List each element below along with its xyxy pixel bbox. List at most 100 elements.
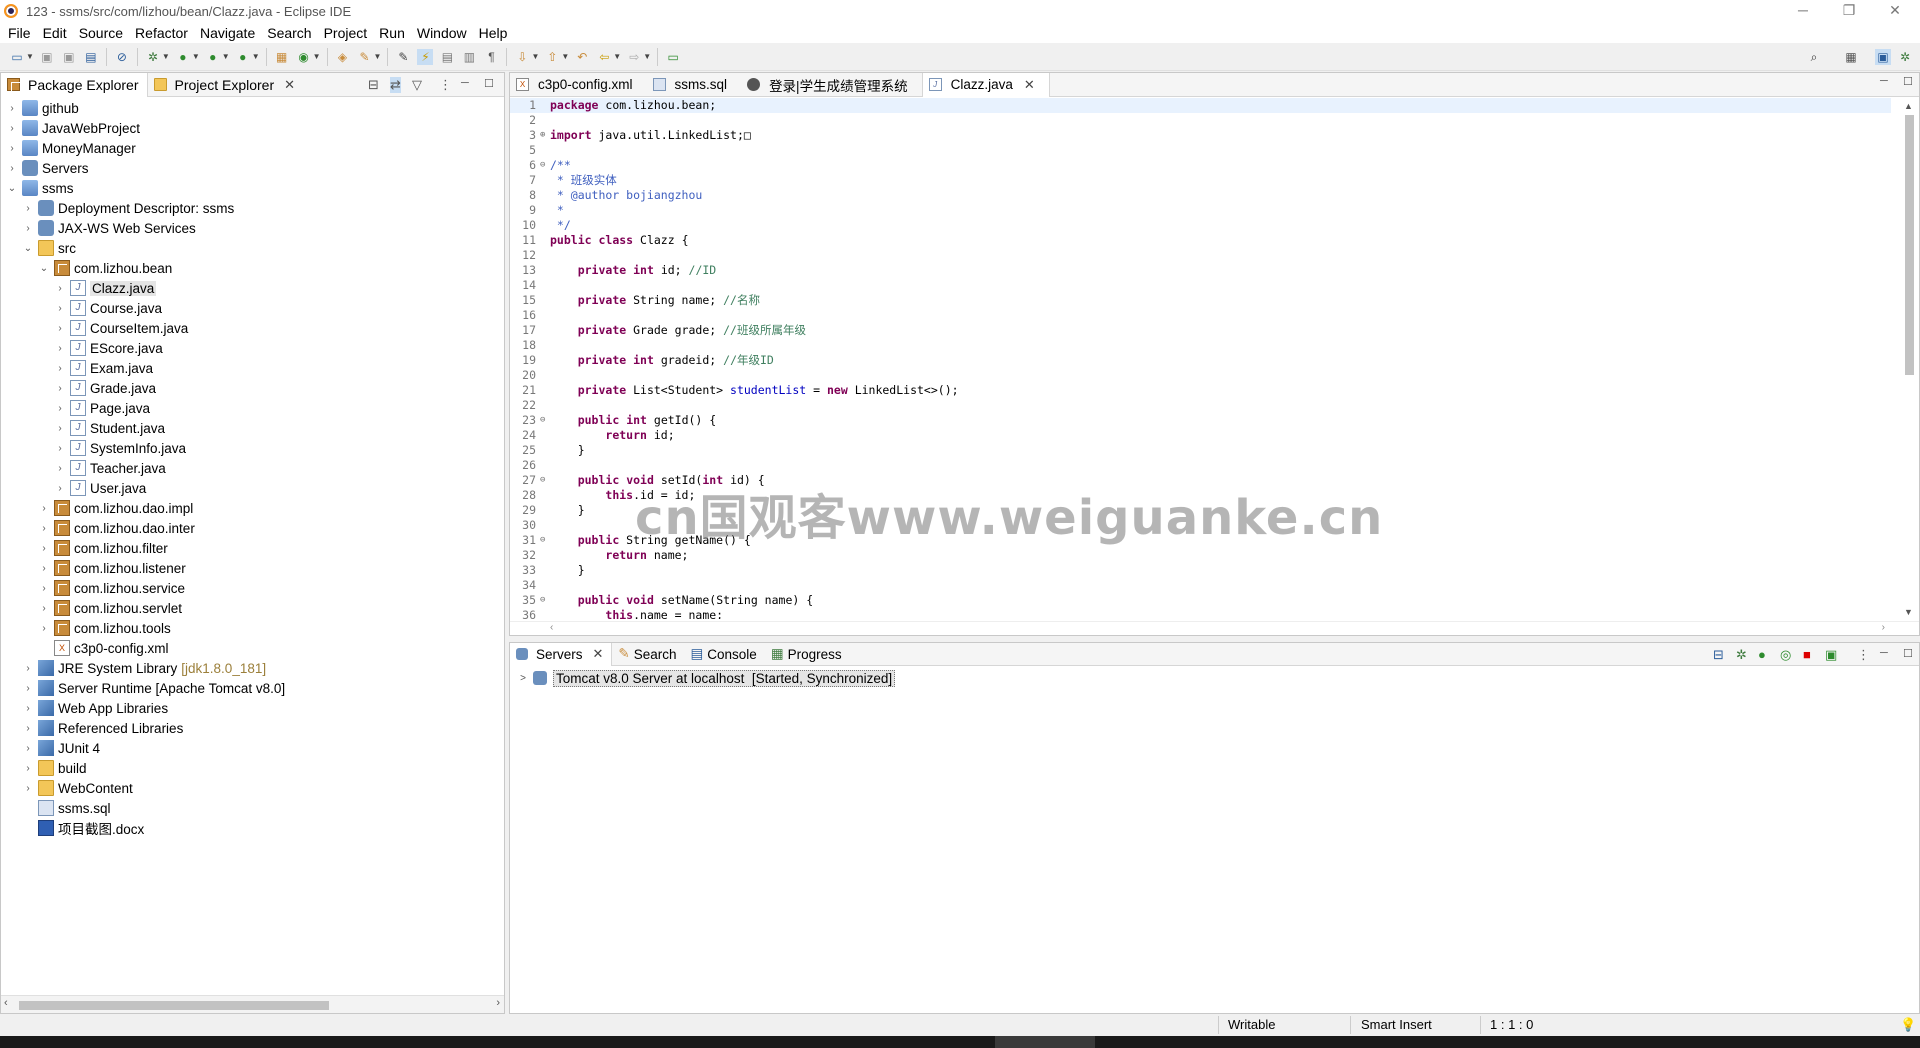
- tree-item[interactable]: › github: [1, 98, 504, 118]
- tree-item[interactable]: › Servers: [1, 158, 504, 178]
- menu-window[interactable]: Window: [411, 25, 473, 41]
- chevron-right-icon[interactable]: ›: [39, 503, 49, 514]
- tree-item[interactable]: Xc3p0-config.xml: [1, 638, 504, 658]
- chevron-right-icon[interactable]: ›: [23, 663, 33, 674]
- tree-item[interactable]: › J Clazz.java: [1, 278, 504, 298]
- tab-progress[interactable]: ▦ Progress: [765, 643, 850, 666]
- chevron-right-icon[interactable]: ›: [55, 423, 65, 434]
- minimize-editor-icon[interactable]: ─: [1880, 75, 1888, 87]
- search-tool-icon[interactable]: ✎: [357, 49, 373, 65]
- next-annotation-dropdown-icon[interactable]: ▼: [531, 52, 539, 61]
- chevron-right-icon[interactable]: ›: [39, 623, 49, 634]
- fold-toggle-icon[interactable]: ⊖: [540, 473, 548, 488]
- tree-item[interactable]: › com.lizhou.service: [1, 578, 504, 598]
- chevron-right-icon[interactable]: ›: [39, 603, 49, 614]
- forward-icon[interactable]: ⇨: [626, 49, 642, 65]
- fold-toggle-icon[interactable]: ⊖: [540, 413, 548, 428]
- tab-project-explorer[interactable]: Project Explorer ✕: [148, 73, 304, 97]
- chevron-right-icon[interactable]: ›: [23, 723, 33, 734]
- scrollbar-thumb[interactable]: [19, 1001, 329, 1010]
- editor-tab[interactable]: 登录|学生成绩管理系统: [741, 73, 922, 97]
- search-icon[interactable]: ⌕: [1806, 49, 1822, 65]
- scroll-left-icon[interactable]: ‹: [4, 997, 8, 1009]
- tree-item[interactable]: › JAX-WS Web Services: [1, 218, 504, 238]
- tree-item[interactable]: ⌄ src: [1, 238, 504, 258]
- word-wrap-icon[interactable]: ▥: [461, 49, 477, 65]
- chevron-right-icon[interactable]: ›: [55, 323, 65, 334]
- coverage-icon[interactable]: ●: [205, 49, 221, 65]
- chevron-right-icon[interactable]: ›: [23, 203, 33, 214]
- external-tools-dropdown-icon[interactable]: ▼: [252, 52, 260, 61]
- tree-item[interactable]: 项目截图.docx: [1, 818, 504, 838]
- back-dropdown-icon[interactable]: ▼: [613, 52, 621, 61]
- vertical-scrollbar[interactable]: ▲ ▼: [1901, 101, 1917, 617]
- menu-edit[interactable]: Edit: [37, 25, 73, 41]
- toggle-mark-occurrences-icon[interactable]: ✎: [395, 49, 411, 65]
- block-selection-icon[interactable]: ▤: [439, 49, 455, 65]
- skip-breakpoints-icon[interactable]: ⊘: [114, 49, 130, 65]
- editor-tab[interactable]: J Clazz.java ✕: [921, 72, 1050, 97]
- filter-icon[interactable]: ▽: [412, 77, 422, 93]
- collapse-all-icon[interactable]: ⊟: [1713, 647, 1724, 663]
- tree-item[interactable]: › J Course.java: [1, 298, 504, 318]
- chevron-right-icon[interactable]: ›: [55, 403, 65, 414]
- open-type-icon[interactable]: ◈: [335, 49, 351, 65]
- tree-item[interactable]: › Deployment Descriptor: ssms: [1, 198, 504, 218]
- chevron-right-icon[interactable]: ›: [23, 223, 33, 234]
- collapse-all-icon[interactable]: ⊟: [368, 77, 379, 93]
- chevron-right-icon[interactable]: ›: [55, 383, 65, 394]
- chevron-right-icon[interactable]: ›: [7, 123, 17, 134]
- close-button[interactable]: ✕: [1872, 0, 1918, 22]
- maximize-view-icon[interactable]: ☐: [1903, 647, 1913, 660]
- close-tab-icon[interactable]: ✕: [284, 77, 295, 93]
- tree-item[interactable]: › J Exam.java: [1, 358, 504, 378]
- tree-item[interactable]: › com.lizhou.filter: [1, 538, 504, 558]
- chevron-right-icon[interactable]: ›: [23, 703, 33, 714]
- search-tool-dropdown-icon[interactable]: ▼: [374, 52, 382, 61]
- chevron-right-icon[interactable]: ›: [7, 103, 17, 114]
- tree-item[interactable]: › J CourseItem.java: [1, 318, 504, 338]
- tip-lightbulb-icon[interactable]: 💡: [1900, 1017, 1916, 1033]
- new-class-icon[interactable]: ◉: [296, 49, 312, 65]
- close-tab-icon[interactable]: ✕: [1024, 77, 1035, 93]
- view-menu-icon[interactable]: ⋮: [1857, 647, 1870, 663]
- debug-icon[interactable]: ✲: [145, 49, 161, 65]
- expand-arrow-icon[interactable]: >: [518, 673, 528, 684]
- fold-toggle-icon[interactable]: ⊖: [540, 533, 548, 548]
- editor-tab[interactable]: Xc3p0-config.xml: [510, 73, 647, 97]
- chevron-right-icon[interactable]: ›: [55, 283, 65, 294]
- tree-item[interactable]: › J Page.java: [1, 398, 504, 418]
- start-server-icon[interactable]: ●: [1758, 647, 1766, 662]
- tab-package-explorer[interactable]: Package Explorer: [1, 72, 148, 97]
- run-dropdown-icon[interactable]: ▼: [192, 52, 200, 61]
- minimize-view-icon[interactable]: ─: [461, 77, 469, 89]
- tree-item[interactable]: ⌄ com.lizhou.bean: [1, 258, 504, 278]
- tree-item[interactable]: › com.lizhou.tools: [1, 618, 504, 638]
- fold-toggle-icon[interactable]: ⊖: [540, 158, 548, 173]
- chevron-right-icon[interactable]: ›: [55, 483, 65, 494]
- chevron-right-icon[interactable]: ›: [23, 683, 33, 694]
- chevron-right-icon[interactable]: ›: [7, 143, 17, 154]
- last-edit-location-icon[interactable]: ↶: [574, 49, 590, 65]
- chevron-down-icon[interactable]: ⌄: [23, 243, 33, 254]
- tab-console[interactable]: ▤ Console: [685, 643, 765, 666]
- maximize-editor-icon[interactable]: ☐: [1903, 75, 1913, 88]
- tree-item[interactable]: › JUnit 4: [1, 738, 504, 758]
- tree-item[interactable]: › JRE System Library [jdk1.8.0_181]: [1, 658, 504, 678]
- fold-toggle-icon[interactable]: ⊖: [540, 593, 548, 608]
- previous-annotation-dropdown-icon[interactable]: ▼: [561, 52, 569, 61]
- tree-item[interactable]: › WebContent: [1, 778, 504, 798]
- tree-item[interactable]: › J User.java: [1, 478, 504, 498]
- close-tab-icon[interactable]: ✕: [593, 646, 604, 662]
- minimize-view-icon[interactable]: ─: [1880, 647, 1888, 659]
- scroll-down-icon[interactable]: ▼: [1904, 607, 1913, 617]
- menu-source[interactable]: Source: [73, 25, 129, 41]
- menu-project[interactable]: Project: [318, 25, 374, 41]
- chevron-right-icon[interactable]: ›: [23, 763, 33, 774]
- toggle-highlight-icon[interactable]: ⚡: [417, 48, 434, 65]
- next-annotation-icon[interactable]: ⇩: [514, 49, 530, 65]
- chevron-right-icon[interactable]: ›: [55, 463, 65, 474]
- run-icon[interactable]: ●: [175, 49, 191, 65]
- scroll-right-icon[interactable]: ›: [496, 997, 500, 1009]
- taskbar-active-item[interactable]: [995, 1036, 1095, 1048]
